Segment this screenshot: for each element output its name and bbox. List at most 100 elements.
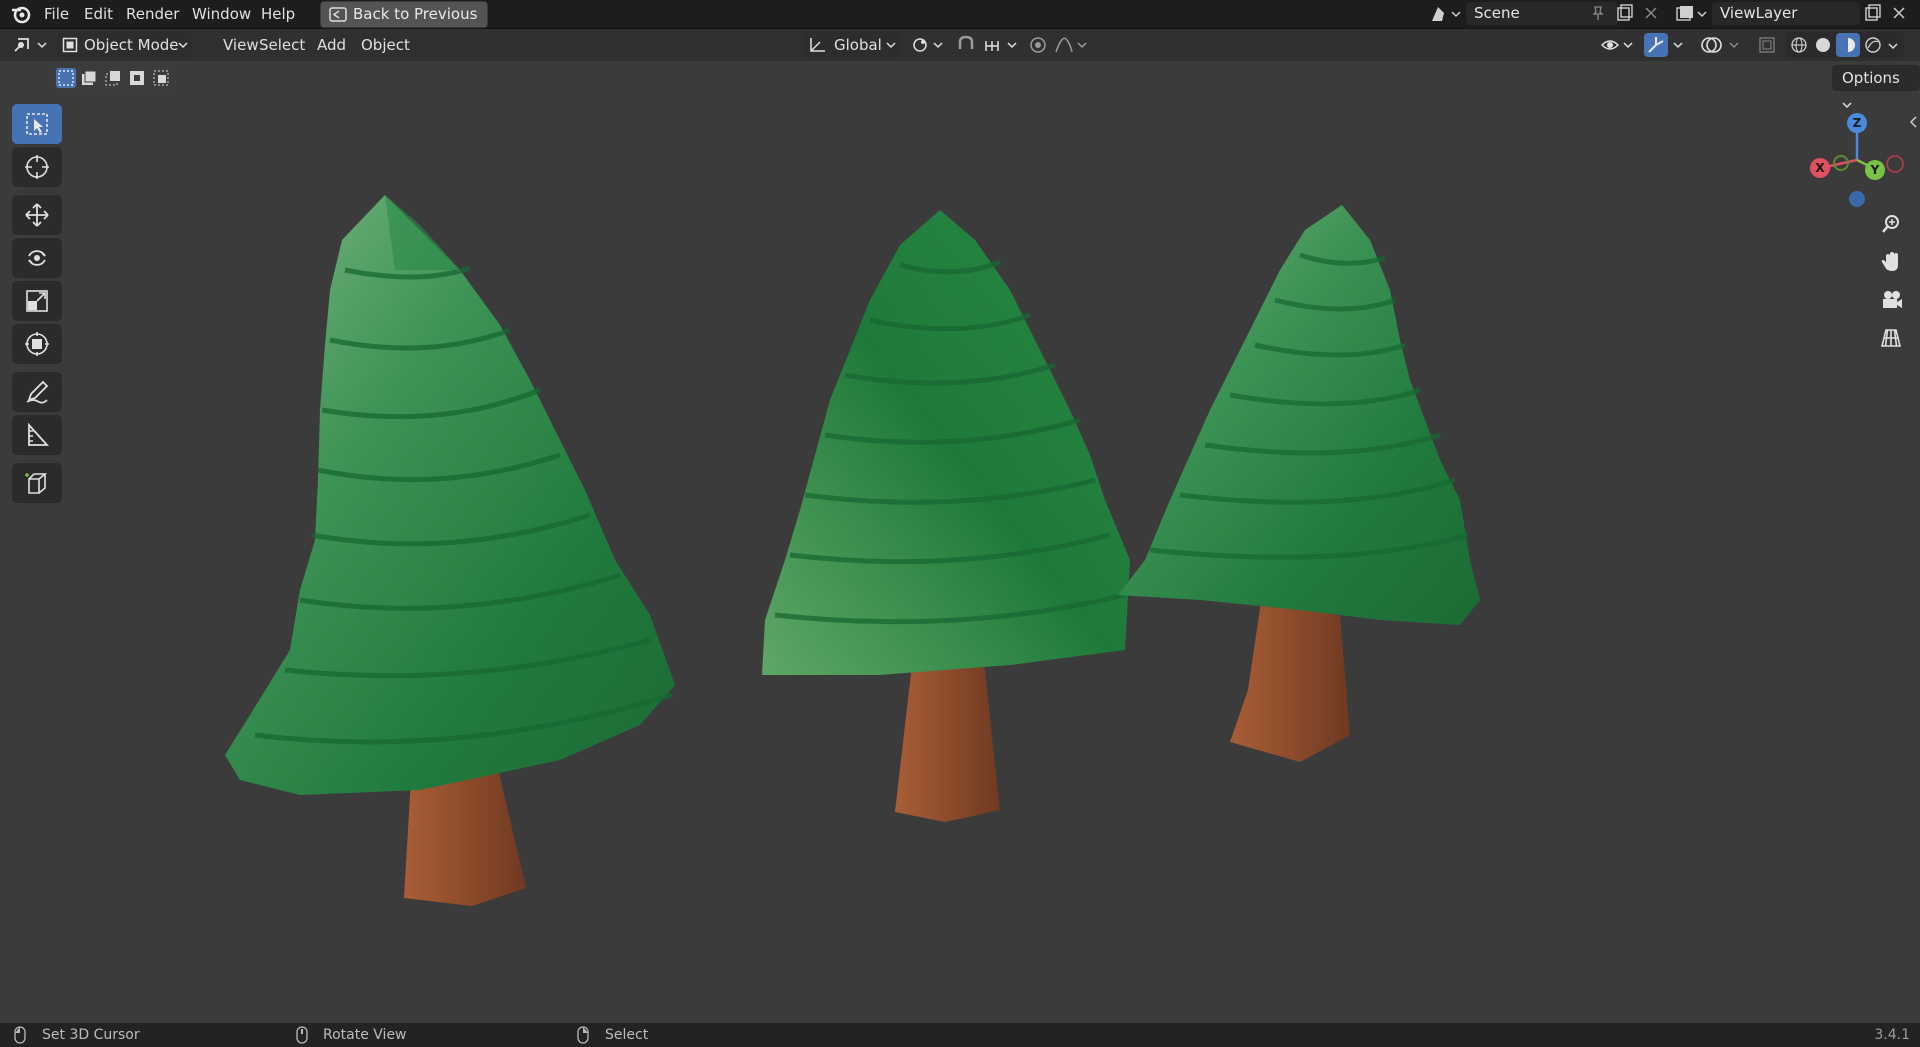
solid-shading-icon[interactable] [1814, 36, 1832, 54]
new-viewlayer-icon[interactable] [1864, 4, 1882, 22]
gizmo-y-axis[interactable]: Y [1865, 160, 1885, 180]
tool-transform[interactable] [12, 324, 62, 364]
tool-move[interactable] [12, 195, 62, 235]
tool-scale[interactable] [12, 281, 62, 321]
camera-icon [1881, 290, 1903, 310]
mode-dropdown[interactable]: Object Mode [58, 32, 192, 58]
select-subtract-icon[interactable] [104, 69, 122, 87]
blender-logo-icon[interactable] [10, 4, 32, 24]
tool-annotate[interactable] [12, 372, 62, 412]
close-viewlayer-icon[interactable] [1892, 6, 1906, 20]
tree-middle-trunk [895, 662, 1000, 822]
hand-icon [1881, 251, 1901, 273]
material-shading-icon[interactable] [1836, 33, 1860, 57]
overlays-icon[interactable] [1700, 34, 1742, 56]
close-scene-icon[interactable] [1644, 6, 1658, 20]
xray-icon[interactable] [1758, 36, 1776, 54]
options-dropdown[interactable]: Options [1832, 65, 1920, 109]
tree-right-foliage [1118, 205, 1480, 625]
menu-render[interactable]: Render [118, 3, 187, 25]
orientation-label: Global [834, 36, 882, 54]
tool-measure[interactable] [12, 415, 62, 455]
new-scene-icon[interactable] [1616, 4, 1634, 22]
add-cube-icon [25, 471, 49, 495]
pan-button[interactable] [1874, 245, 1908, 279]
zoom-button[interactable] [1874, 207, 1908, 241]
navigation-gizmo[interactable]: Z X Y [1800, 101, 1910, 211]
menu-file[interactable]: File [36, 3, 77, 25]
options-label: Options [1842, 69, 1900, 87]
annotate-icon [25, 380, 49, 404]
viewlayer-field[interactable]: ViewLayer [1712, 2, 1860, 25]
status-middle-action: Rotate View [323, 1027, 407, 1043]
chevron-down-icon [178, 41, 188, 49]
menu-window[interactable]: Window [184, 3, 259, 25]
proportional-editing-icon[interactable] [1028, 35, 1090, 55]
version-label: 3.4.1 [1874, 1027, 1910, 1043]
cursor-icon [25, 155, 49, 179]
mouse-middle-icon [296, 1026, 308, 1044]
perspective-toggle-button[interactable] [1874, 321, 1908, 355]
selection-mode-group [54, 67, 176, 89]
tool-cursor[interactable] [12, 147, 62, 187]
mouse-left-icon [14, 1026, 26, 1044]
chevron-down-icon[interactable] [1888, 42, 1898, 50]
mouse-right-icon [577, 1026, 589, 1044]
editor-type-icon[interactable] [12, 35, 50, 55]
select-box-icon [25, 112, 49, 136]
back-to-previous-label: Back to Previous [353, 5, 478, 23]
zoom-icon [1881, 214, 1901, 234]
status-left-action: Set 3D Cursor [42, 1027, 140, 1043]
menu-select[interactable]: Select [253, 33, 311, 57]
transform-icon [25, 332, 49, 356]
sidebar-toggle-icon[interactable] [1908, 115, 1918, 129]
menu-object[interactable]: Object [355, 33, 416, 57]
tool-select-box[interactable] [12, 104, 62, 144]
rotate-icon [25, 246, 49, 270]
status-right-action: Select [605, 1027, 649, 1043]
chevron-down-icon [1842, 101, 1852, 109]
select-extend-icon[interactable] [80, 69, 98, 87]
visibility-icon[interactable] [1600, 35, 1636, 55]
transform-orientation-dropdown[interactable]: Global [804, 32, 900, 58]
move-icon [25, 203, 49, 227]
mode-label: Object Mode [84, 36, 179, 54]
select-intersect-icon[interactable] [152, 69, 170, 87]
pin-icon[interactable] [1590, 5, 1606, 21]
tool-add-cube[interactable] [12, 463, 62, 503]
viewport-header: Object Mode View Select Add Object Globa… [0, 29, 1920, 61]
tree-right [1118, 205, 1480, 762]
tree-middle [762, 210, 1130, 822]
chevron-down-icon [886, 41, 896, 49]
snap-icon[interactable] [956, 35, 1022, 55]
status-bar: Set 3D Cursor Rotate View Select 3.4.1 [0, 1023, 1920, 1047]
scale-icon [25, 289, 49, 313]
viewlayer-name: ViewLayer [1720, 4, 1798, 22]
select-invert-icon[interactable] [128, 69, 146, 87]
viewlayer-icon[interactable] [1675, 4, 1709, 24]
scene-render [225, 195, 1480, 906]
menu-help[interactable]: Help [253, 3, 303, 25]
select-new-icon[interactable] [56, 68, 76, 88]
shading-mode-group [1786, 32, 1904, 58]
gizmo-toggle-icon[interactable] [1644, 33, 1686, 57]
tool-rotate[interactable] [12, 238, 62, 278]
measure-icon [25, 423, 49, 447]
camera-view-button[interactable] [1874, 283, 1908, 317]
wireframe-shading-icon[interactable] [1790, 36, 1808, 54]
back-icon [329, 7, 347, 22]
gizmo-x-axis[interactable]: X [1810, 158, 1830, 178]
pivot-point-icon[interactable] [912, 36, 946, 54]
tree-left-foliage [225, 195, 675, 795]
menu-edit[interactable]: Edit [76, 3, 121, 25]
tree-right-trunk [1230, 592, 1350, 762]
scene-name: Scene [1474, 4, 1520, 22]
scene-icon[interactable] [1428, 3, 1464, 25]
rendered-shading-icon[interactable] [1864, 36, 1882, 54]
3d-viewport[interactable]: Z X Y [0, 61, 1920, 1023]
grid-perspective-icon [1881, 328, 1901, 348]
back-to-previous-button[interactable]: Back to Previous [320, 1, 489, 28]
object-mode-icon [62, 37, 78, 53]
top-menu-bar: File Edit Render Window Help Back to Pre… [0, 0, 1920, 29]
menu-add[interactable]: Add [311, 33, 352, 57]
